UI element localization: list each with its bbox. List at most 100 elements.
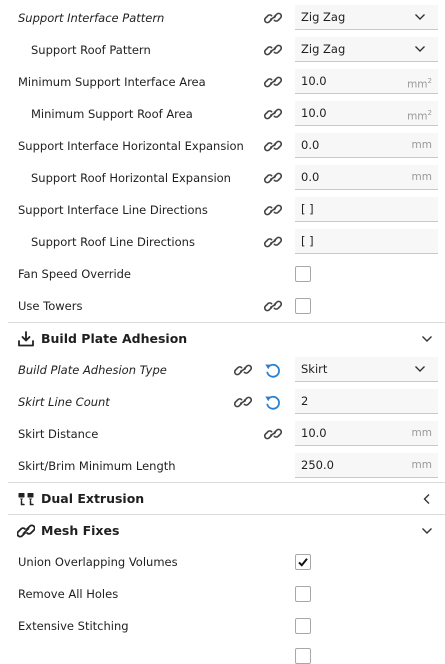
input-value: [ ] <box>301 234 314 248</box>
reset-icon[interactable] <box>264 362 282 379</box>
setting-label: Support Interface Horizontal Expansion <box>18 139 244 153</box>
skirt-line-count-input[interactable]: 2 <box>295 389 438 414</box>
input-value: 10.0 <box>301 106 327 120</box>
support-roof-line-directions-input[interactable]: [ ] <box>295 229 438 254</box>
unit-label: mm <box>411 427 432 439</box>
setting-label: Support Roof Line Directions <box>31 235 195 249</box>
link-icon[interactable] <box>264 74 282 90</box>
reset-icon[interactable] <box>264 394 282 411</box>
union-overlapping-volumes-checkbox[interactable] <box>295 554 311 570</box>
support-roof-horizontal-expansion-input[interactable]: 0.0 mm <box>295 165 438 190</box>
support-roof-pattern-dropdown[interactable]: Zig Zag <box>295 37 438 62</box>
chevron-down-icon <box>414 44 426 54</box>
setting-row-use-towers: Use Towers <box>0 290 445 322</box>
link-icon[interactable] <box>264 298 282 314</box>
section-build-plate-adhesion[interactable]: Build Plate Adhesion <box>8 322 445 355</box>
input-value: 250.0 <box>301 458 334 472</box>
min-support-interface-area-input[interactable]: 10.0 mm2 <box>295 69 438 94</box>
setting-row-fan-speed-override: Fan Speed Override <box>0 258 445 290</box>
setting-label: Skirt Line Count <box>18 395 110 409</box>
input-value: 0.0 <box>301 138 320 152</box>
setting-row-support-interface-pattern: Support Interface Pattern Zig Zag <box>0 2 445 34</box>
setting-label: Extensive Stitching <box>18 619 129 633</box>
input-value: 10.0 <box>301 426 327 440</box>
setting-row-support-roof-pattern: Support Roof Pattern Zig Zag <box>0 34 445 66</box>
setting-row-skirt-line-count: Skirt Line Count 2 <box>0 386 445 418</box>
link-icon[interactable] <box>264 202 282 218</box>
setting-row-min-support-interface-area: Minimum Support Interface Area 10.0 mm2 <box>0 66 445 98</box>
setting-label: Union Overlapping Volumes <box>18 555 178 569</box>
extensive-stitching-checkbox[interactable] <box>295 618 311 634</box>
link-icon[interactable] <box>234 362 252 378</box>
setting-row-remove-all-holes: Remove All Holes <box>0 578 445 610</box>
setting-label: Fan Speed Override <box>18 267 132 281</box>
use-towers-checkbox[interactable] <box>295 298 311 314</box>
dropdown-value: Zig Zag <box>301 10 346 24</box>
setting-row-extensive-stitching: Extensive Stitching <box>0 610 445 642</box>
unit-label: mm2 <box>407 109 432 123</box>
section-dual-extrusion[interactable]: Dual Extrusion <box>8 482 445 515</box>
setting-label: Support Roof Pattern <box>31 43 151 57</box>
input-value: 10.0 <box>301 74 327 88</box>
link-icon[interactable] <box>264 138 282 154</box>
unit-label: mm <box>411 459 432 471</box>
link-icon[interactable] <box>264 234 282 250</box>
setting-label: Build Plate Adhesion Type <box>18 363 167 377</box>
fan-speed-override-checkbox[interactable] <box>295 266 311 282</box>
setting-row-skirt-distance: Skirt Distance 10.0 mm <box>0 418 445 450</box>
setting-label: Remove All Holes <box>18 587 119 601</box>
unit-label: mm <box>411 171 432 183</box>
section-title: Build Plate Adhesion <box>41 331 188 346</box>
setting-row-support-interface-line-directions: Support Interface Line Directions [ ] <box>0 194 445 226</box>
support-interface-line-directions-input[interactable]: [ ] <box>295 197 438 222</box>
link-icon[interactable] <box>234 394 252 410</box>
setting-row-min-support-roof-area: Minimum Support Roof Area 10.0 mm2 <box>0 98 445 130</box>
dropdown-value: Skirt <box>301 362 328 376</box>
setting-row-union-overlapping-volumes: Union Overlapping Volumes <box>0 546 445 578</box>
setting-label: Skirt/Brim Minimum Length <box>18 459 176 473</box>
dropdown-value: Zig Zag <box>301 42 346 56</box>
next-setting-checkbox[interactable] <box>295 648 311 664</box>
min-support-roof-area-input[interactable]: 10.0 mm2 <box>295 101 438 126</box>
mesh-fixes-icon <box>17 524 35 538</box>
skirt-brim-minimum-length-input[interactable]: 250.0 mm <box>295 453 438 478</box>
link-icon[interactable] <box>264 170 282 186</box>
chevron-down-icon <box>414 12 426 22</box>
support-interface-pattern-dropdown[interactable]: Zig Zag <box>295 5 438 30</box>
build-plate-adhesion-icon <box>18 331 34 347</box>
setting-label: Support Roof Horizontal Expansion <box>31 171 231 185</box>
setting-row-support-roof-horizontal-expansion: Support Roof Horizontal Expansion 0.0 mm <box>0 162 445 194</box>
setting-row-support-interface-horizontal-expansion: Support Interface Horizontal Expansion 0… <box>0 130 445 162</box>
support-interface-horizontal-expansion-input[interactable]: 0.0 mm <box>295 133 438 158</box>
chevron-down-icon <box>422 528 432 534</box>
skirt-distance-input[interactable]: 10.0 mm <box>295 421 438 446</box>
section-mesh-fixes[interactable]: Mesh Fixes <box>8 514 445 547</box>
chevron-down-icon <box>422 336 432 342</box>
setting-row-support-roof-line-directions: Support Roof Line Directions [ ] <box>0 226 445 258</box>
section-title: Dual Extrusion <box>41 491 145 506</box>
setting-row-build-plate-adhesion-type: Build Plate Adhesion Type Skirt <box>0 354 445 386</box>
setting-label: Minimum Support Interface Area <box>18 75 206 89</box>
remove-all-holes-checkbox[interactable] <box>295 586 311 602</box>
dual-extrusion-icon <box>18 493 34 506</box>
setting-label: Skirt Distance <box>18 427 99 441</box>
setting-row-skirt-brim-minimum-length: Skirt/Brim Minimum Length 250.0 mm <box>0 450 445 482</box>
setting-label: Use Towers <box>18 299 83 313</box>
link-icon[interactable] <box>264 426 282 442</box>
checkmark-icon <box>298 558 308 567</box>
chevron-left-icon <box>421 493 433 505</box>
chevron-down-icon <box>414 364 426 374</box>
setting-label: Minimum Support Roof Area <box>31 107 193 121</box>
input-value: [ ] <box>301 202 314 216</box>
section-title: Mesh Fixes <box>41 523 120 538</box>
unit-label: mm <box>411 139 432 151</box>
unit-label: mm2 <box>407 77 432 91</box>
link-icon[interactable] <box>264 42 282 58</box>
link-icon[interactable] <box>264 106 282 122</box>
build-plate-adhesion-type-dropdown[interactable]: Skirt <box>295 357 438 382</box>
input-value: 0.0 <box>301 170 320 184</box>
setting-label: Support Interface Pattern <box>18 11 165 25</box>
input-value: 2 <box>301 394 309 408</box>
setting-label: Support Interface Line Directions <box>18 203 208 217</box>
link-icon[interactable] <box>264 10 282 26</box>
